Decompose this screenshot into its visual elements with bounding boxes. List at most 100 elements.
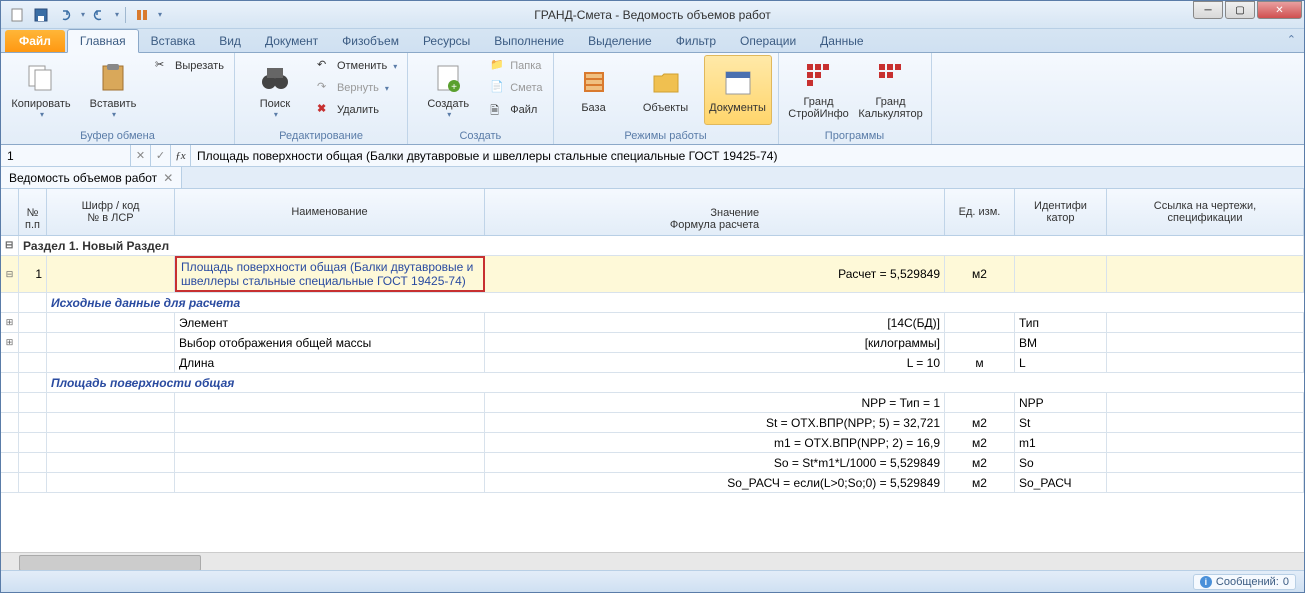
redo-dropdown[interactable]: ▾ bbox=[115, 10, 119, 19]
calc-button[interactable]: Гранд Калькулятор bbox=[857, 55, 925, 125]
col-value[interactable]: Значение Формула расчета bbox=[485, 189, 945, 235]
delete-button[interactable]: ✖Удалить bbox=[313, 99, 401, 121]
collapse-icon[interactable]: ⊟ bbox=[5, 240, 14, 251]
redo-arrow-icon: ↷ bbox=[317, 80, 333, 96]
save-icon[interactable] bbox=[31, 5, 51, 25]
scissors-icon: ✂ bbox=[155, 58, 171, 74]
file-button[interactable]: 🗎Файл bbox=[486, 99, 546, 121]
col-num[interactable]: № п.п bbox=[19, 189, 47, 235]
tab-view[interactable]: Вид bbox=[207, 30, 253, 52]
folder-button[interactable]: 📁Папка bbox=[486, 55, 546, 77]
calendar-icon bbox=[722, 66, 754, 98]
group-label-editing: Редактирование bbox=[241, 128, 401, 144]
file-icon: 🗎 bbox=[490, 102, 506, 118]
undo-dropdown[interactable]: ▾ bbox=[81, 10, 85, 19]
table-row[interactable]: Длина L = 10 м L bbox=[1, 353, 1304, 373]
documents-button[interactable]: Документы bbox=[704, 55, 772, 125]
group-label-clipboard: Буфер обмена bbox=[7, 128, 228, 144]
expand-icon[interactable]: ⊞ bbox=[6, 337, 14, 348]
table-row[interactable]: ⊞ Выбор отображения общей массы [килогра… bbox=[1, 333, 1304, 353]
objects-button[interactable]: Объекты bbox=[632, 55, 700, 125]
redo-icon[interactable] bbox=[89, 5, 109, 25]
close-tab-icon[interactable]: ✕ bbox=[163, 171, 173, 185]
copy-button[interactable]: Копировать ▾ bbox=[7, 55, 75, 125]
horizontal-scrollbar[interactable] bbox=[1, 552, 1304, 570]
document-tab[interactable]: Ведомость объемов работ ✕ bbox=[1, 167, 182, 188]
tab-filter[interactable]: Фильтр bbox=[664, 30, 728, 52]
tab-physvolume[interactable]: Физобъем bbox=[330, 30, 411, 52]
table-row[interactable]: St = ОТХ.ВПР(NPP; 5) = 32,721 м2 St bbox=[1, 413, 1304, 433]
tab-main[interactable]: Главная bbox=[67, 29, 139, 53]
maximize-button[interactable]: ▢ bbox=[1225, 1, 1255, 19]
document-tab-label: Ведомость объемов работ bbox=[9, 171, 157, 185]
col-code[interactable]: Шифр / код № в ЛСР bbox=[47, 189, 175, 235]
folder-icon: 📁 bbox=[490, 58, 506, 74]
paste-icon bbox=[97, 62, 129, 94]
col-ref[interactable]: Ссылка на чертежи, спецификации bbox=[1107, 189, 1304, 235]
qat-customize[interactable]: ▾ bbox=[158, 10, 162, 19]
document-tabs: Ведомость объемов работ ✕ bbox=[1, 167, 1304, 189]
collapse-icon[interactable]: ⊟ bbox=[6, 269, 14, 280]
delete-x-icon: ✖ bbox=[317, 102, 333, 118]
col-unit[interactable]: Ед. изм. bbox=[945, 189, 1015, 235]
group-label-modes: Режимы работы bbox=[560, 128, 772, 144]
tab-document[interactable]: Документ bbox=[253, 30, 330, 52]
undo-button[interactable]: ↶Отменить▾ bbox=[313, 55, 401, 77]
grid-body[interactable]: ⊟ Раздел 1. Новый Раздел ⊟ 1 Площадь пов… bbox=[1, 236, 1304, 552]
group-create: + Создать ▾ 📁Папка 📄Смета 🗎Файл Создать bbox=[408, 53, 553, 144]
folder-open-icon bbox=[650, 66, 682, 98]
grid-icon-2 bbox=[875, 60, 907, 92]
ribbon-tab-strip: Файл Главная Вставка Вид Документ Физобъ… bbox=[1, 29, 1304, 53]
svg-text:+: + bbox=[451, 82, 457, 93]
expand-icon[interactable]: ⊞ bbox=[6, 317, 14, 328]
tab-data[interactable]: Данные bbox=[808, 30, 875, 52]
cell-reference[interactable]: 1 bbox=[1, 145, 131, 166]
redo-button[interactable]: ↷Вернуть▾ bbox=[313, 77, 401, 99]
parameters-icon[interactable] bbox=[132, 5, 152, 25]
app-window: ▾ ▾ ▾ ГРАНД-Смета - Ведомость объемов ра… bbox=[0, 0, 1305, 593]
formula-input[interactable]: Площадь поверхности общая (Балки двутавр… bbox=[191, 149, 1304, 163]
close-button[interactable]: ✕ bbox=[1257, 1, 1302, 19]
col-id[interactable]: Идентифи катор bbox=[1015, 189, 1107, 235]
info-icon: i bbox=[1200, 576, 1212, 588]
create-button[interactable]: + Создать ▾ bbox=[414, 55, 482, 125]
subsection-row[interactable]: Площадь поверхности общая bbox=[1, 373, 1304, 393]
table-row[interactable]: m1 = ОТХ.ВПР(NPP; 2) = 16,9 м2 m1 bbox=[1, 433, 1304, 453]
search-button[interactable]: Поиск ▾ bbox=[241, 55, 309, 125]
base-button[interactable]: База bbox=[560, 55, 628, 125]
fx-button[interactable]: ƒx bbox=[171, 145, 191, 166]
undo-icon[interactable] bbox=[55, 5, 75, 25]
cancel-edit-button[interactable]: ✕ bbox=[131, 145, 151, 166]
minimize-button[interactable]: ─ bbox=[1193, 1, 1223, 19]
new-icon[interactable] bbox=[7, 5, 27, 25]
selected-cell[interactable]: Площадь поверхности общая (Балки двутавр… bbox=[175, 256, 485, 292]
file-tab[interactable]: Файл bbox=[5, 30, 65, 52]
paste-button[interactable]: Вставить ▾ bbox=[79, 55, 147, 125]
section-title: Раздел 1. Новый Раздел bbox=[19, 236, 1304, 255]
group-label-create: Создать bbox=[414, 128, 546, 144]
tab-operations[interactable]: Операции bbox=[728, 30, 808, 52]
cut-button[interactable]: ✂ Вырезать bbox=[151, 55, 228, 77]
table-row[interactable]: So = St*m1*L/1000 = 5,529849 м2 So bbox=[1, 453, 1304, 473]
table-row[interactable]: ⊞ Элемент [14С(БД)] Тип bbox=[1, 313, 1304, 333]
table-row[interactable]: NPP = Тип = 1 NPP bbox=[1, 393, 1304, 413]
grid: № п.п Шифр / код № в ЛСР Наименование Зн… bbox=[1, 189, 1304, 570]
table-row[interactable]: So_РАСЧ = если(L>0;So;0) = 5,529849 м2 S… bbox=[1, 473, 1304, 493]
titlebar: ▾ ▾ ▾ ГРАНД-Смета - Ведомость объемов ра… bbox=[1, 1, 1304, 29]
confirm-edit-button[interactable]: ✓ bbox=[151, 145, 171, 166]
subsection-row[interactable]: Исходные данные для расчета bbox=[1, 293, 1304, 313]
col-name[interactable]: Наименование bbox=[175, 189, 485, 235]
ribbon-collapse-icon[interactable]: ⌃ bbox=[1287, 33, 1296, 46]
copy-icon bbox=[25, 62, 57, 94]
tab-execution[interactable]: Выполнение bbox=[482, 30, 576, 52]
messages-badge[interactable]: i Сообщений: 0 bbox=[1193, 574, 1296, 590]
estimate-button[interactable]: 📄Смета bbox=[486, 77, 546, 99]
tab-resources[interactable]: Ресурсы bbox=[411, 30, 482, 52]
tab-selection[interactable]: Выделение bbox=[576, 30, 664, 52]
tab-insert[interactable]: Вставка bbox=[139, 30, 208, 52]
section-row[interactable]: ⊟ Раздел 1. Новый Раздел bbox=[1, 236, 1304, 256]
group-label-programs: Программы bbox=[785, 128, 925, 144]
table-row[interactable]: ⊟ 1 Площадь поверхности общая (Балки дву… bbox=[1, 256, 1304, 293]
stroyinfo-button[interactable]: Гранд СтройИнфо bbox=[785, 55, 853, 125]
window-controls: ─ ▢ ✕ bbox=[1191, 1, 1302, 19]
